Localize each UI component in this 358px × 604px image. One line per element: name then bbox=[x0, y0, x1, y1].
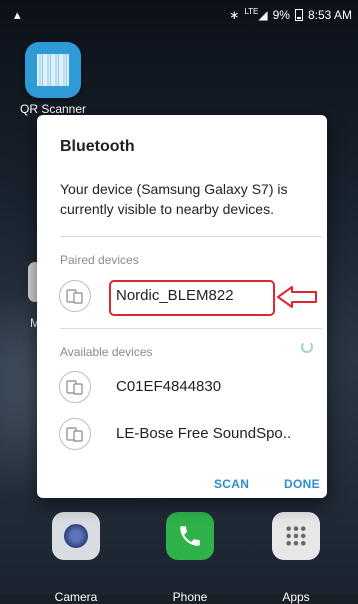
annotation-arrow-icon bbox=[277, 286, 317, 308]
available-devices-label: Available devices bbox=[60, 345, 153, 359]
scanning-spinner-icon bbox=[301, 341, 313, 353]
available-device-row[interactable]: LE-Bose Free SoundSpo.. bbox=[59, 416, 321, 454]
dialog-title: Bluetooth bbox=[60, 138, 135, 155]
device-icon bbox=[59, 280, 91, 312]
dialog-message: Your device (Samsung Galaxy S7) is curre… bbox=[60, 181, 288, 217]
bluetooth-dialog: Bluetooth Your device (Samsung Galaxy S7… bbox=[37, 115, 327, 498]
dock-label: Apps bbox=[282, 590, 310, 604]
divider bbox=[60, 236, 322, 237]
available-device-row[interactable]: C01EF4844830 bbox=[59, 369, 321, 407]
done-button[interactable]: DONE bbox=[284, 477, 320, 491]
device-name: C01EF4844830 bbox=[116, 378, 222, 395]
bluetooth-icon: ∗ bbox=[229, 7, 240, 22]
status-time: 8:53 AM bbox=[307, 7, 352, 22]
dock-phone[interactable]: Phone bbox=[150, 512, 230, 604]
device-icon bbox=[59, 371, 91, 403]
device-name: LE-Bose Free SoundSpo.. bbox=[116, 425, 292, 442]
dock-camera[interactable]: Camera bbox=[36, 512, 116, 604]
annotation-highlight-box bbox=[109, 280, 275, 316]
divider bbox=[60, 328, 322, 329]
battery-icon bbox=[294, 8, 303, 21]
status-bar: ▴ ∗ LTE◢ 9% 8:53 AM bbox=[0, 0, 358, 28]
app-label: QR Scanner bbox=[19, 102, 87, 116]
app-qr-scanner[interactable]: QR Scanner bbox=[18, 42, 88, 116]
device-icon bbox=[59, 418, 91, 450]
phone-icon bbox=[166, 512, 214, 560]
status-icons: ∗ LTE◢ 9% 8:53 AM bbox=[229, 7, 352, 22]
lte-signal-icon: LTE◢ bbox=[244, 7, 268, 22]
notification-ribbon-icon: ▴ bbox=[14, 7, 21, 22]
scan-button[interactable]: SCAN bbox=[214, 477, 249, 491]
dock-label: Camera bbox=[54, 590, 98, 604]
dock-apps[interactable]: Apps bbox=[256, 512, 336, 604]
dock-label: Phone bbox=[172, 590, 208, 604]
camera-icon bbox=[52, 512, 100, 560]
apps-grid-icon bbox=[272, 512, 320, 560]
paired-devices-label: Paired devices bbox=[60, 253, 139, 267]
qr-scanner-icon bbox=[25, 42, 81, 98]
battery-percent: 9% bbox=[272, 7, 290, 22]
